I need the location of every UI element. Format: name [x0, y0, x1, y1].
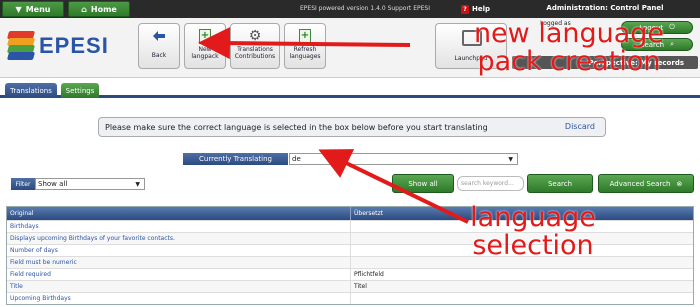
back-label: Back [151, 52, 167, 59]
original-cell[interactable]: Upcoming Birthdays [7, 293, 351, 304]
refresh-document-icon: + [298, 28, 312, 44]
annotation-line: selection [472, 230, 594, 261]
annotation-language-selection: language selection [458, 204, 608, 260]
top-bar: ▼ Menu ⌂ Home EPESI powered version 1.4.… [0, 0, 700, 18]
table-row[interactable]: Field required Pflichtfeld [7, 268, 693, 280]
annotation-line: new language [473, 18, 665, 49]
original-cell[interactable]: Displays upcoming Birthdays of your favo… [7, 233, 351, 244]
menu-label: Menu [25, 4, 51, 14]
original-cell[interactable]: Number of days [7, 245, 351, 256]
admin-panel-title: Administration: Control Panel [546, 4, 664, 12]
advanced-search-icon: ⊗ [676, 179, 683, 188]
help-button[interactable]: ? Help [461, 2, 497, 16]
original-cell[interactable]: Birthdays [7, 221, 351, 232]
currently-translating-label: Currently Translating [183, 153, 288, 165]
gear-icon: ⚙ [248, 27, 262, 44]
translated-cell[interactable] [351, 293, 693, 304]
refresh-languages-button[interactable]: + Refresh languages [284, 23, 326, 69]
language-select-value: de [292, 155, 301, 163]
refresh-languages-label: Refresh languages [289, 46, 321, 60]
advanced-search-label: Advanced Search [609, 179, 671, 188]
filter-label: Filter [11, 178, 35, 190]
discard-link[interactable]: Discard [565, 122, 595, 131]
original-cell[interactable]: Field must be numeric [7, 257, 351, 268]
annotation-new-language: new language pack creation [440, 20, 698, 76]
tab-bar: Translations Settings [0, 80, 700, 98]
original-cell[interactable]: Title [7, 281, 351, 292]
back-arrow-icon [152, 28, 166, 44]
translations-contributions-label: Translations Contributions [234, 46, 276, 60]
home-label: Home [90, 4, 117, 14]
translated-cell[interactable]: Titel [351, 281, 693, 292]
search-keyword-input[interactable]: search keyword... [457, 176, 524, 191]
back-button[interactable]: Back [138, 23, 180, 69]
tab-translations[interactable]: Translations [5, 83, 57, 98]
column-header-original[interactable]: Original [7, 207, 351, 220]
new-document-icon: + [198, 28, 212, 44]
translations-contributions-button[interactable]: ⚙ Translations Contributions [230, 23, 280, 69]
translated-cell[interactable]: Pflichtfeld [351, 269, 693, 280]
help-icon: ? [461, 4, 469, 14]
help-label: Help [472, 5, 491, 13]
chevron-down-icon: ▼ [508, 156, 513, 163]
notice-text: Please make sure the correct language is… [105, 122, 488, 132]
logo-text: EPESI [39, 33, 109, 58]
chevron-down-icon: ▼ [135, 181, 140, 188]
logo-stack-icon [6, 31, 36, 61]
filter-select-value: Show all [38, 180, 68, 188]
table-row[interactable]: Title Titel [7, 280, 693, 292]
language-select[interactable]: de ▼ [289, 153, 518, 165]
show-all-button[interactable]: Show all [392, 174, 454, 193]
home-icon: ⌂ [81, 4, 87, 14]
advanced-search-button[interactable]: Advanced Search ⊗ [598, 174, 694, 193]
version-text: EPESI powered version 1.4.0 Support EPES… [300, 5, 430, 12]
app-window: ▼ Menu ⌂ Home EPESI powered version 1.4.… [0, 0, 700, 307]
filter-select[interactable]: Show all ▼ [35, 178, 145, 190]
original-cell[interactable]: Field required [7, 269, 351, 280]
new-langpack-label: New langpack [191, 46, 219, 60]
language-notice: Please make sure the correct language is… [98, 117, 606, 137]
epesi-logo[interactable]: EPESI [6, 28, 128, 64]
caret-down-icon: ▼ [15, 4, 22, 14]
annotation-line: pack creation [477, 46, 661, 77]
table-row[interactable]: Upcoming Birthdays [7, 292, 693, 304]
annotation-line: language [470, 202, 596, 233]
new-langpack-button[interactable]: + New langpack [184, 23, 226, 69]
search-keyword-placeholder: search keyword... [461, 180, 514, 187]
tab-settings[interactable]: Settings [61, 83, 99, 98]
menu-button[interactable]: ▼ Menu [2, 1, 64, 17]
home-button[interactable]: ⌂ Home [68, 1, 130, 17]
search-button[interactable]: Search [527, 174, 593, 193]
